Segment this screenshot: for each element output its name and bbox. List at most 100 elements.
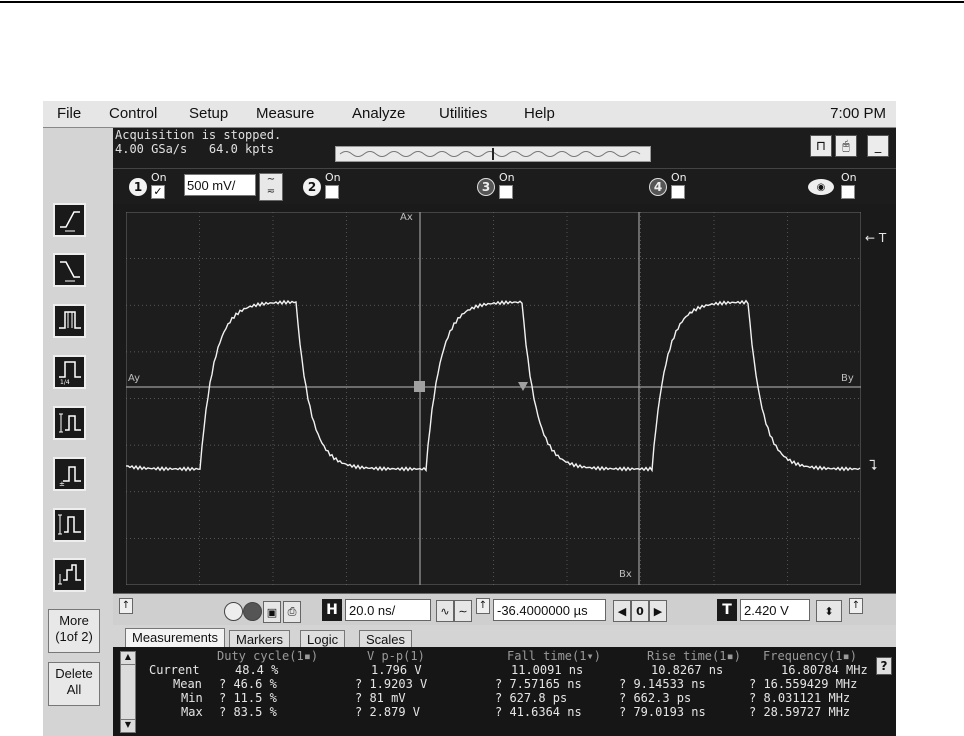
fall-time-icon[interactable]: ±	[53, 457, 86, 491]
value-rise-time: ? 79.0193 ns	[619, 705, 706, 719]
measurement-row-current: Current 48.4 % 1.796 V 11.0091 ns 10.826…	[135, 663, 877, 677]
value-duty-cycle: ? 46.6 %	[219, 677, 277, 691]
menu-analyze[interactable]: Analyze	[352, 105, 405, 122]
menu-measure[interactable]: Measure	[256, 105, 314, 122]
horizontal-icon[interactable]: H	[322, 599, 342, 621]
delay-reference-icon[interactable]: ↑	[476, 598, 490, 614]
help-button[interactable]: ?	[876, 657, 892, 675]
delay-left-icon[interactable]: ◀	[613, 600, 631, 622]
channel-2-checkbox[interactable]	[325, 185, 339, 199]
rising-edge-trigger-icon[interactable]	[53, 203, 86, 237]
value-frequency: 16.80784 MHz	[781, 663, 868, 677]
rise-time-icon[interactable]	[53, 406, 86, 440]
channel-4-checkbox[interactable]	[671, 185, 685, 199]
header-vpp: V p-p(1)	[367, 649, 425, 663]
value-fall-time: ? 41.6364 ns	[495, 705, 582, 719]
scroll-down-arrow-icon[interactable]: ▼	[121, 719, 135, 732]
channel-2-on-label: On	[325, 171, 341, 184]
single-icon[interactable]: ▣	[263, 601, 281, 623]
tab-markers[interactable]: Markers	[229, 630, 290, 648]
trigger-level-field[interactable]: 2.420 V	[740, 599, 810, 621]
value-rise-time: ? 9.14533 ns	[619, 677, 706, 691]
channel-3-checkbox[interactable]	[499, 185, 513, 199]
trigger-level-stepper-icon[interactable]: ⬍	[816, 600, 842, 622]
print-icon[interactable]: ⎙	[283, 601, 301, 623]
header-fall-time: Fall time(1▾)	[507, 649, 601, 663]
channel-2-icon[interactable]: 2	[303, 178, 321, 196]
channel-4-icon[interactable]: 4	[649, 178, 667, 196]
trigger-marker-icon[interactable]: ↑	[849, 598, 863, 614]
svg-text:1/4: 1/4	[60, 379, 70, 385]
value-duty-cycle: ? 11.5 %	[219, 691, 277, 705]
row-label: Current	[149, 663, 200, 677]
pulse-width-ratio-icon[interactable]: 1/4	[53, 355, 86, 389]
math-function-icon[interactable]: ◉	[808, 179, 834, 195]
menu-bar: File Control Setup Measure Analyze Utili…	[43, 101, 896, 128]
tab-bar: Measurements Markers Logic Scales	[113, 625, 896, 648]
graticule[interactable]	[125, 211, 862, 586]
falling-edge-trigger-icon[interactable]	[53, 253, 86, 287]
value-fall-time: 11.0091 ns	[511, 663, 584, 677]
page-rule	[0, 1, 964, 3]
channel-3-icon[interactable]: 3	[477, 178, 495, 196]
channel-4-on-label: On	[671, 171, 687, 184]
menu-help[interactable]: Help	[524, 105, 555, 122]
value-fall-time: ? 627.8 ps	[495, 691, 568, 705]
more-button[interactable]: More (1of 2)	[48, 609, 100, 653]
menu-setup[interactable]: Setup	[189, 105, 228, 122]
positive-pulse-icon[interactable]	[53, 508, 86, 542]
value-fall-time: ? 7.57165 ns	[495, 677, 582, 691]
channel-1-on-label: On	[151, 171, 167, 184]
negative-pulse-icon[interactable]	[53, 558, 86, 592]
measurements-panel: ▲ ▼ Duty cycle(1▪) V p-p(1) Fall time(1▾…	[113, 647, 896, 736]
value-frequency: ? 8.031121 MHz	[749, 691, 851, 705]
channel-1-scale[interactable]: 500 mV/	[184, 174, 256, 196]
acquisition-status: Acquisition is stopped. 4.00 GSa/s 64.0 …	[113, 128, 896, 168]
time-scale-field[interactable]: 20.0 ns/	[345, 599, 431, 621]
sample-rate: 4.00 GSa/s 64.0 kpts	[115, 142, 274, 156]
tab-scales[interactable]: Scales	[359, 630, 413, 648]
measurement-header-row: Duty cycle(1▪) V p-p(1) Fall time(1▾) Ri…	[135, 649, 877, 663]
trigger-icon[interactable]: T	[717, 599, 737, 621]
row-label: Max	[181, 705, 203, 719]
pulse-width-trigger-icon[interactable]	[53, 304, 86, 338]
minimize-icon[interactable]: _	[867, 135, 889, 157]
coarse-icon[interactable]: ∼	[454, 600, 472, 622]
mouse-icon[interactable]: 🖰	[835, 135, 857, 157]
delay-right-icon[interactable]: ▶	[649, 600, 667, 622]
marker-a-handle	[414, 381, 425, 392]
fine-icon[interactable]: ∿	[436, 600, 454, 622]
waveform-display[interactable]: Ax Bx Ay By ← T ⮧	[113, 204, 896, 593]
grid-lines	[125, 211, 862, 586]
measurements-scrollbar[interactable]: ▲ ▼	[120, 651, 136, 733]
delete-all-button[interactable]: Delete All	[48, 662, 100, 706]
math-checkbox[interactable]	[841, 185, 855, 199]
stop-icon[interactable]	[243, 602, 262, 621]
delay-zero-button[interactable]: 0	[631, 600, 649, 622]
header-frequency: Frequency(1▪)	[763, 649, 857, 663]
channel-1-checkbox[interactable]: ✓	[151, 185, 165, 199]
tab-logic[interactable]: Logic	[300, 630, 346, 648]
coupling-icon[interactable]: ∼ ≂	[259, 173, 283, 201]
menu-utilities[interactable]: Utilities	[439, 105, 487, 122]
marker-bx-label: Bx	[619, 569, 632, 580]
run-icon[interactable]	[224, 602, 243, 621]
tab-measurements[interactable]: Measurements	[125, 628, 225, 648]
scroll-up-arrow-icon[interactable]: ▲	[121, 652, 135, 665]
value-duty-cycle: ? 83.5 %	[219, 705, 277, 719]
row-label: Mean	[173, 677, 202, 691]
menu-control[interactable]: Control	[109, 105, 157, 122]
row-label: Min	[181, 691, 203, 705]
channel-1-icon[interactable]: 1	[129, 178, 147, 196]
value-frequency: ? 16.559429 MHz	[749, 677, 858, 691]
memory-bar[interactable]	[335, 146, 651, 162]
menu-file[interactable]: File	[57, 105, 81, 122]
trigger-level-marker: ← T	[865, 231, 887, 245]
value-vpp: ? 1.9203 V	[355, 677, 428, 691]
oscilloscope-window: File Control Setup Measure Analyze Utili…	[43, 101, 896, 736]
clock: 7:00 PM	[830, 105, 886, 122]
scroll-up-icon[interactable]: ↑	[119, 598, 133, 614]
delay-field[interactable]: -36.4000000 µs	[493, 599, 606, 621]
measurement-row-mean: Mean ? 46.6 % ? 1.9203 V ? 7.57165 ns ? …	[135, 677, 877, 691]
display-mode-icon[interactable]: ⊓	[810, 135, 832, 157]
